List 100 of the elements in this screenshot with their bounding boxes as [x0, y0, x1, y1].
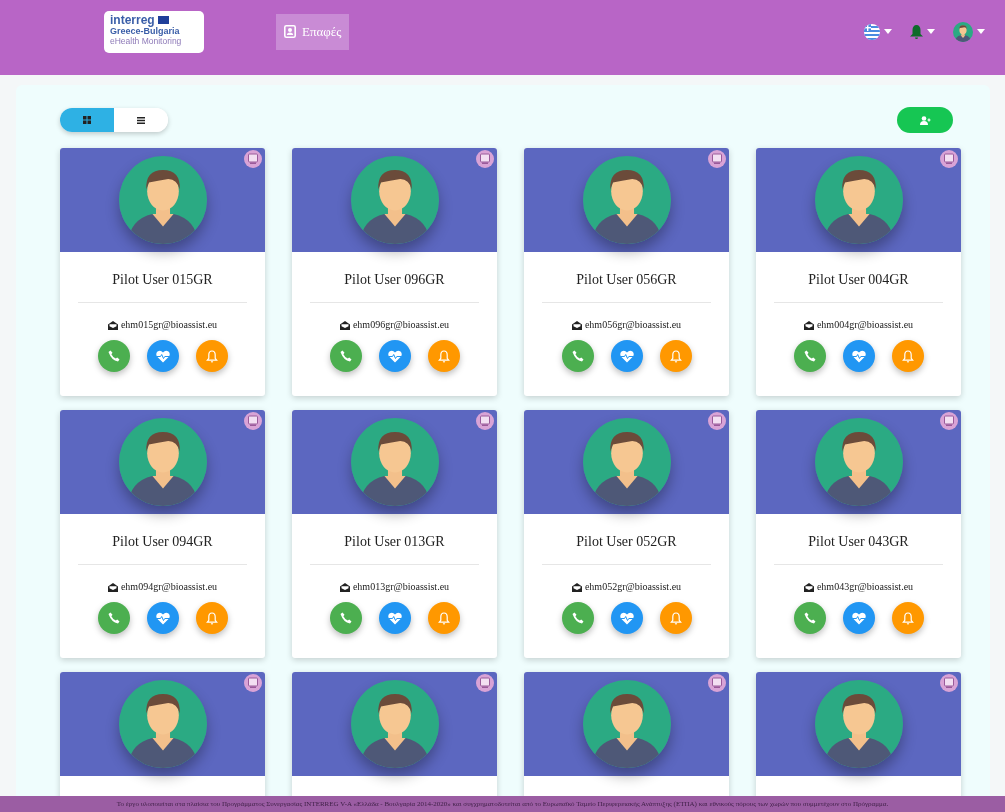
contact-email: ehm043gr@bioassist.eu [816, 580, 914, 594]
contact-email: ehm096gr@bioassist.eu [352, 318, 450, 332]
envelope-icon [107, 320, 118, 330]
vitals-button[interactable] [842, 602, 875, 634]
greek-flag-icon [864, 23, 880, 40]
badge-icon [244, 674, 262, 692]
badge-icon [708, 674, 726, 692]
call-button[interactable] [561, 602, 594, 634]
bell-icon [205, 611, 218, 625]
heart-pulse-icon [387, 349, 402, 363]
badge-icon [244, 412, 262, 430]
contact-book-icon [284, 25, 296, 38]
badge-icon [940, 412, 958, 430]
heart-pulse-icon [619, 611, 634, 625]
grid-view-button[interactable] [60, 108, 114, 132]
contact-name: Pilot User 043GR [808, 533, 909, 551]
contact-email: ehm015gr@bioassist.eu [120, 318, 218, 332]
badge-icon [476, 412, 494, 430]
badge-icon [708, 412, 726, 430]
vitals-button[interactable] [378, 340, 411, 372]
logo-tagline: eHealth Monitoring [110, 35, 183, 46]
caret-icon [927, 29, 935, 34]
heart-pulse-icon [387, 611, 402, 625]
logo-title: interreg [110, 13, 155, 26]
heart-pulse-icon [155, 611, 170, 625]
envelope-icon [107, 582, 118, 592]
phone-icon [571, 612, 584, 624]
bell-icon [669, 611, 682, 625]
bell-icon [910, 24, 923, 39]
alert-button[interactable] [659, 602, 692, 634]
vitals-button[interactable] [378, 602, 411, 634]
bell-icon [437, 349, 450, 363]
vitals-button[interactable] [842, 340, 875, 372]
contact-name: Pilot User 056GR [576, 271, 677, 289]
contact-name: Pilot User 004GR [808, 271, 909, 289]
envelope-icon [803, 320, 814, 330]
phone-icon [571, 350, 584, 362]
call-button[interactable] [561, 340, 594, 372]
phone-icon [107, 612, 120, 624]
bell-icon [901, 611, 914, 625]
bell-icon [437, 611, 450, 625]
contact-name: Pilot User 013GR [344, 533, 445, 551]
alert-button[interactable] [427, 340, 460, 372]
contact-email: ehm052gr@bioassist.eu [584, 580, 682, 594]
phone-icon [339, 350, 352, 362]
vitals-button[interactable] [610, 340, 643, 372]
user-menu-dropdown[interactable] [953, 21, 985, 42]
alert-button[interactable] [427, 602, 460, 634]
envelope-icon [571, 320, 582, 330]
call-button[interactable] [793, 340, 826, 372]
contact-name: Pilot User 096GR [344, 271, 445, 289]
vitals-button[interactable] [610, 602, 643, 634]
alert-button[interactable] [195, 602, 228, 634]
contact-email: ehm013gr@bioassist.eu [352, 580, 450, 594]
heart-pulse-icon [619, 349, 634, 363]
envelope-icon [571, 582, 582, 592]
contact-email: ehm094gr@bioassist.eu [120, 580, 218, 594]
badge-icon [940, 150, 958, 168]
envelope-icon [339, 320, 350, 330]
heart-pulse-icon [851, 349, 866, 363]
add-user-icon [919, 115, 931, 125]
phone-icon [803, 350, 816, 362]
vitals-button[interactable] [146, 602, 179, 634]
alert-button[interactable] [891, 602, 924, 634]
badge-icon [940, 674, 958, 692]
heart-pulse-icon [155, 349, 170, 363]
alert-button[interactable] [659, 340, 692, 372]
contact-name: Pilot User 015GR [112, 271, 213, 289]
alert-button[interactable] [891, 340, 924, 372]
heart-pulse-icon [851, 611, 866, 625]
user-avatar-icon [953, 21, 973, 42]
alert-button[interactable] [195, 340, 228, 372]
badge-icon [708, 150, 726, 168]
phone-icon [107, 350, 120, 362]
envelope-icon [803, 582, 814, 592]
caret-icon [977, 29, 985, 34]
badge-icon [244, 150, 262, 168]
call-button[interactable] [97, 340, 130, 372]
phone-icon [803, 612, 816, 624]
contact-email: ehm004gr@bioassist.eu [816, 318, 914, 332]
phone-icon [339, 612, 352, 624]
list-view-icon [137, 116, 145, 124]
grid-view-icon [83, 116, 91, 124]
contact-name: Pilot User 094GR [112, 533, 213, 551]
caret-icon [884, 29, 892, 34]
eu-flag-icon [157, 15, 169, 24]
language-dropdown[interactable] [864, 23, 892, 40]
nav-tab[interactable]: Επαφές [276, 13, 350, 50]
add-contact-button[interactable] [897, 107, 953, 133]
vitals-button[interactable] [146, 340, 179, 372]
call-button[interactable] [97, 602, 130, 634]
envelope-icon [339, 582, 350, 592]
call-button[interactable] [329, 340, 362, 372]
notifications-dropdown[interactable] [910, 24, 935, 39]
call-button[interactable] [329, 602, 362, 634]
call-button[interactable] [793, 602, 826, 634]
contact-name: Pilot User 052GR [576, 533, 677, 551]
bell-icon [669, 349, 682, 363]
logo-subtitle: Greece-Bulgaria [110, 25, 181, 36]
bell-icon [901, 349, 914, 363]
